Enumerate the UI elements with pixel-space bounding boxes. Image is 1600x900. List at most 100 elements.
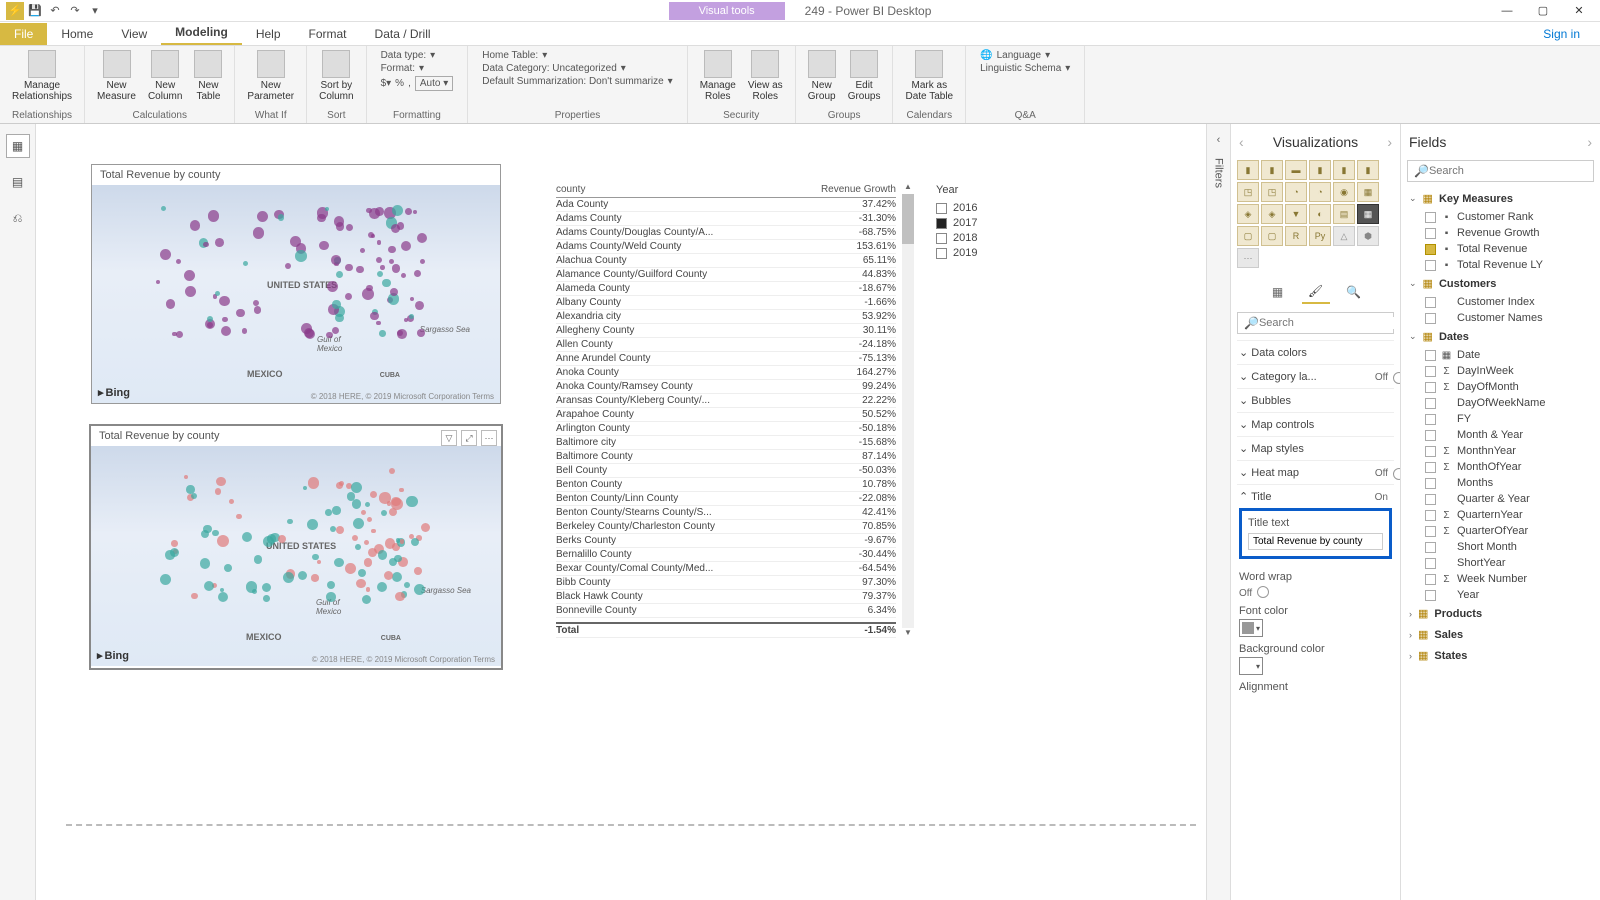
map-bubble[interactable] xyxy=(224,564,232,572)
map-bubble[interactable] xyxy=(257,211,268,222)
field-item[interactable]: ▦Date xyxy=(1407,347,1594,363)
table-row[interactable]: Benton County10.78% xyxy=(556,478,896,492)
table-row[interactable]: Adams County/Douglas County/A...-68.75% xyxy=(556,226,896,240)
tab-view[interactable]: View xyxy=(107,23,161,45)
table-row[interactable]: Adams County/Weld County153.61% xyxy=(556,240,896,254)
map-bubble[interactable] xyxy=(411,538,419,546)
map-bubble[interactable] xyxy=(253,227,265,239)
map-bubble[interactable] xyxy=(404,318,409,323)
field-item[interactable]: FY xyxy=(1407,411,1594,427)
field-item[interactable]: ΣQuarternYear xyxy=(1407,507,1594,523)
map-bubble[interactable] xyxy=(330,526,336,532)
field-checkbox[interactable] xyxy=(1425,542,1436,553)
map-bubble[interactable] xyxy=(389,558,397,566)
manage-relationships-button[interactable]: Manage Relationships xyxy=(8,48,76,104)
map-bubble[interactable] xyxy=(368,548,377,557)
map-bubble[interactable] xyxy=(263,595,270,602)
map-bubble[interactable] xyxy=(242,532,252,542)
map-bubble[interactable] xyxy=(382,279,390,287)
map-bubble[interactable] xyxy=(417,233,427,243)
map-bubble[interactable] xyxy=(389,468,395,474)
table-row[interactable]: Adams County-31.30% xyxy=(556,212,896,226)
fields-table-header[interactable]: ⌄▦Customers xyxy=(1407,273,1594,294)
undo-button[interactable]: ↶ xyxy=(46,2,64,20)
map-bubble[interactable] xyxy=(215,238,224,247)
map-bubble[interactable] xyxy=(379,330,386,337)
viz-type-icon[interactable]: ▮ xyxy=(1357,160,1379,180)
map-bubble[interactable] xyxy=(218,592,228,602)
viz-type-icon[interactable]: ▼ xyxy=(1285,204,1307,224)
table-row[interactable]: Benton County/Stearns County/S...42.41% xyxy=(556,506,896,520)
map-bubble[interactable] xyxy=(327,581,335,589)
map-bubble[interactable] xyxy=(361,510,366,515)
map-bubble[interactable] xyxy=(184,270,195,281)
report-view-button[interactable]: ▦ xyxy=(6,134,30,158)
map-bubble[interactable] xyxy=(298,571,307,580)
map-bubble[interactable] xyxy=(160,249,171,260)
map-bubble[interactable] xyxy=(365,502,370,507)
map-bubble[interactable] xyxy=(401,241,412,252)
sign-in-link[interactable]: Sign in xyxy=(1523,23,1600,45)
map-bubble[interactable] xyxy=(236,309,245,318)
map-bubble[interactable] xyxy=(377,240,381,244)
viz-type-icon[interactable]: ▦ xyxy=(1357,204,1379,224)
field-item[interactable]: ShortYear xyxy=(1407,555,1594,571)
scroll-up-arrow[interactable]: ▲ xyxy=(902,182,914,194)
map-bubble[interactable] xyxy=(216,477,226,487)
field-checkbox[interactable] xyxy=(1425,382,1436,393)
checkbox[interactable] xyxy=(936,203,947,214)
viz-type-icon[interactable]: △ xyxy=(1333,226,1355,246)
save-button[interactable]: 💾 xyxy=(26,2,44,20)
field-item[interactable]: ▪Revenue Growth xyxy=(1407,225,1594,241)
table-row[interactable]: Bexar County/Comal County/Med...-64.54% xyxy=(556,562,896,576)
map-bubble[interactable] xyxy=(355,544,361,550)
field-checkbox[interactable] xyxy=(1425,260,1436,271)
map-bubble[interactable] xyxy=(415,301,424,310)
map-bubble[interactable] xyxy=(378,550,387,559)
field-checkbox[interactable] xyxy=(1425,414,1436,425)
table-row[interactable]: Benton County/Linn County-22.08% xyxy=(556,492,896,506)
map-bubble[interactable] xyxy=(160,574,171,585)
viz-type-icon[interactable]: ▦ xyxy=(1357,182,1379,202)
edit-groups-button[interactable]: Edit Groups xyxy=(844,48,885,104)
percent-icon[interactable]: % xyxy=(395,78,404,89)
map-bubble[interactable] xyxy=(312,554,319,561)
map-bubble[interactable] xyxy=(404,582,410,588)
map-bubble[interactable] xyxy=(220,588,224,592)
map-bubble[interactable] xyxy=(243,261,249,267)
field-item[interactable]: Year xyxy=(1407,587,1594,603)
map-bubble[interactable] xyxy=(334,558,343,567)
table-row[interactable]: Arapahoe County50.52% xyxy=(556,408,896,422)
map-bubble[interactable] xyxy=(376,257,382,263)
fields-table-header[interactable]: ›▦Products xyxy=(1407,603,1594,624)
map-bubble[interactable] xyxy=(356,579,366,589)
decimal-auto[interactable]: Auto ▾ xyxy=(415,76,453,91)
bg-color-picker[interactable] xyxy=(1239,657,1263,675)
format-dropdown[interactable]: Format: ▾ xyxy=(381,63,454,74)
tab-format[interactable]: Format xyxy=(295,23,361,45)
viz-type-icon[interactable]: ⋯ xyxy=(1237,248,1259,268)
field-item[interactable]: DayOfWeekName xyxy=(1407,395,1594,411)
section-category-labels[interactable]: ⌄ Category la...Off xyxy=(1237,364,1394,388)
map-bubble[interactable] xyxy=(203,242,209,248)
map-bubble[interactable] xyxy=(221,326,232,337)
home-table-dropdown[interactable]: Home Table: ▾ xyxy=(482,50,672,61)
table-row[interactable]: Berks County-9.67% xyxy=(556,534,896,548)
field-checkbox[interactable] xyxy=(1425,297,1436,308)
minimize-button[interactable]: — xyxy=(1490,1,1524,21)
tab-data-drill[interactable]: Data / Drill xyxy=(361,23,445,45)
map-bubble[interactable] xyxy=(222,317,227,322)
map-bubble[interactable] xyxy=(380,265,385,270)
field-checkbox[interactable] xyxy=(1425,446,1436,457)
map-bubble[interactable] xyxy=(364,558,373,567)
map-bubble[interactable] xyxy=(392,205,403,216)
table-row[interactable]: Bell County-50.03% xyxy=(556,464,896,478)
fields-search[interactable]: 🔎 xyxy=(1407,160,1594,182)
viz-type-icon[interactable]: ◐ xyxy=(1309,204,1331,224)
map1-canvas[interactable]: UNITED STATES MEXICO CUBA Sargasso Sea G… xyxy=(92,185,500,403)
map-bubble[interactable] xyxy=(358,569,366,577)
map-bubble[interactable] xyxy=(325,509,331,515)
map-bubble[interactable] xyxy=(201,530,209,538)
viz-type-icon[interactable]: ◳ xyxy=(1237,182,1259,202)
field-checkbox[interactable] xyxy=(1425,574,1436,585)
